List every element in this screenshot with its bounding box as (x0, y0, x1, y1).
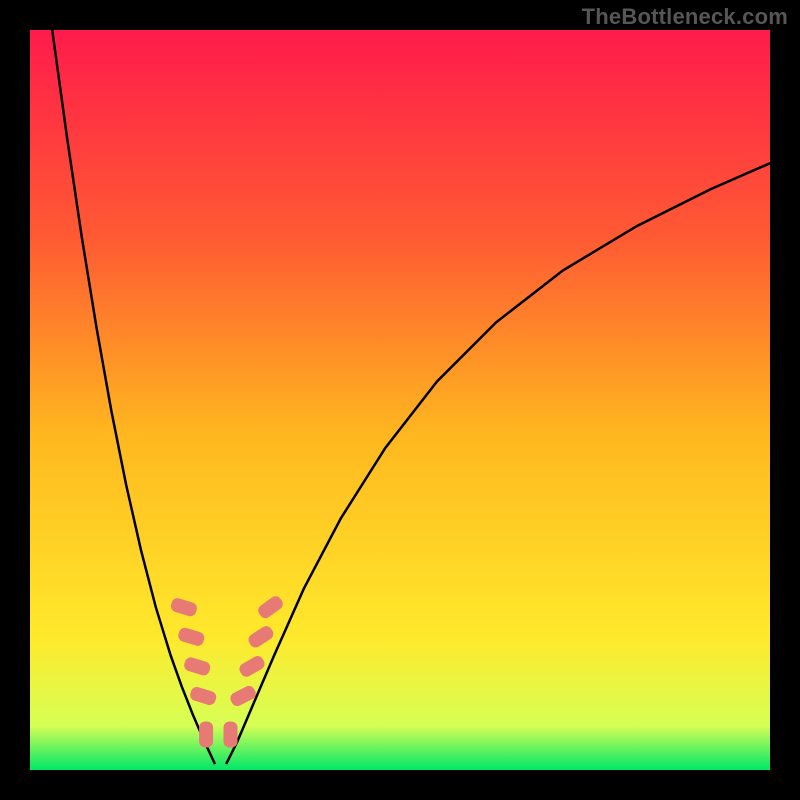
background-gradient (30, 30, 770, 770)
watermark-text: TheBottleneck.com (582, 4, 788, 30)
chart-frame: TheBottleneck.com (0, 0, 800, 800)
plot-area (30, 30, 770, 770)
